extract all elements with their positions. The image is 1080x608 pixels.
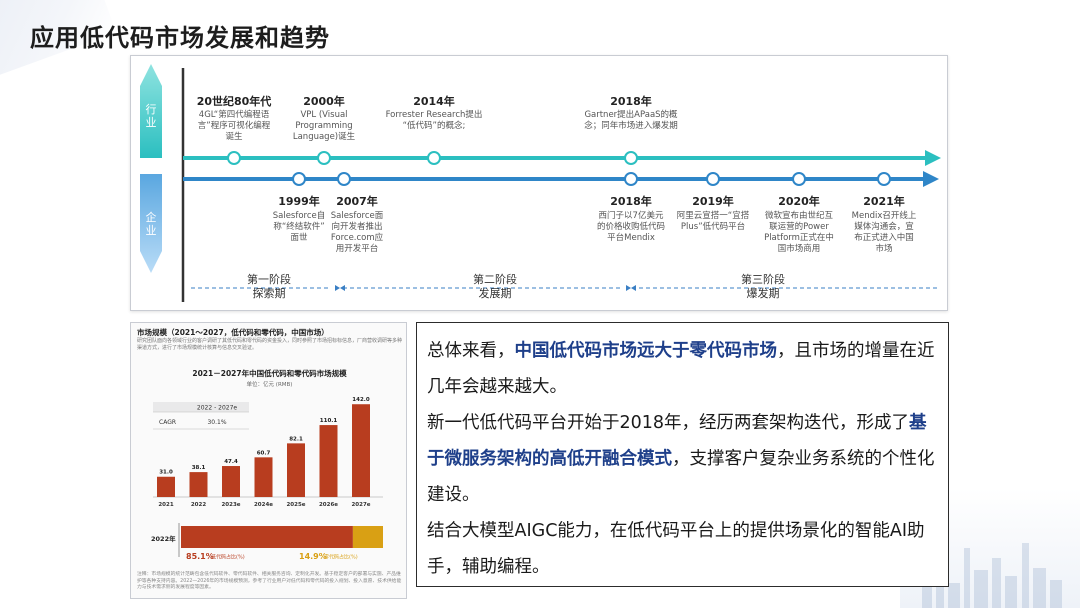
category-tick-label: 2022 [191,502,206,508]
enterprise-event-year: 2020年 [778,195,820,208]
enterprise-event-desc: 西门子以7亿美元 的价格收购低代码 平台Mendix [596,211,665,243]
page-title: 应用低代码市场发展和趋势 [30,24,330,52]
bar-2025e [287,443,305,497]
market-size-chart: 2022 - 2027e CAGR 30.1% 31.0 2021 38.1 2022… [151,397,383,561]
bar-value-label: 142.0 [352,397,370,403]
stage-arrow [631,285,636,291]
bar-value-label: 110.1 [320,418,338,424]
cagr-value: 30.1% [207,419,226,426]
industry-arrow-head [925,150,941,166]
industry-label: 行业 [145,103,157,129]
summary-paragraph: 总体来看，中国低代码市场远大于零代码市场，且市场的增量在近几年会越来越大。 [427,341,935,397]
summary-panel: 总体来看，中国低代码市场远大于零代码市场，且市场的增量在近几年会越来越大。 新一… [416,322,949,587]
cagr-period: 2022 - 2027e [197,405,238,412]
bar-2021 [157,476,175,497]
enterprise-event-desc: Salesforce自 称“终结软件” 面世 [272,211,326,243]
enterprise-label: 企业 [145,211,157,237]
stage-arrow [335,285,340,291]
category-tick-label: 2025e [286,502,305,508]
enterprise-event-year: 2019年 [692,195,734,208]
industry-node [427,151,441,165]
summary-paragraph: 新一代低代码平台开始于2018年，经历两套架构迭代，形成了基于微服务架构的高低开… [427,413,935,505]
enterprise-node [292,172,306,186]
bar-2023e [222,466,240,497]
market-size-figure: 市场规模（2021～2027，低代码和零代码，中国市场） 研究团队面向各领域行业… [130,322,407,599]
industry-event-desc: 4GL“第四代编程语 言”程序可视化编程 诞生 [197,110,271,142]
stage-arrow [340,285,345,291]
cagr-label: CAGR [159,419,176,426]
enterprise-event-year: 2018年 [610,195,652,208]
category-tick-label: 2021 [158,502,173,508]
enterprise-event-year: 1999年 [278,195,320,208]
enterprise-node [792,172,806,186]
bar-2026e [319,425,338,497]
enterprise-node [337,172,351,186]
bar-value-label: 31.0 [159,470,173,476]
enterprise-arrow-head [923,171,939,187]
industry-node [624,151,638,165]
industry-event-year: 2018年 [610,95,652,108]
industry-event-desc: Gartner提出APaaS的概 念；同年市场进入爆发期 [584,110,678,131]
enterprise-node [624,172,638,186]
enterprise-event-desc: 微软宣布由世纪互 联运营的Power Platform正式在中 国市场商用 [764,211,834,254]
stage-label: 第三阶段 爆发期 [741,273,785,300]
enterprise-event-year: 2007年 [336,195,378,208]
share-bar-year: 2022年 [151,534,176,543]
highlight-text: 中国低代码市场远大于零代码市场 [514,341,778,361]
category-tick-label: 2023e [221,502,240,508]
industry-event-year: 20世纪80年代 [196,95,272,108]
enterprise-event-year: 2021年 [863,195,905,208]
bar-value-label: 47.4 [224,459,238,465]
enterprise-event-desc: Mendix召开线上 媒体沟通会，宣 布正式进入中国 市场 [851,211,917,254]
enterprise-event-desc: 阿里云宣搭一“宜搭 Plus”低代码平台 [676,211,750,232]
industry-event-year: 2000年 [303,95,345,108]
no-code-share-label: 零代码占比(%) [324,554,358,561]
timeline-panel: 行业 企业 20世纪80年代 4GL“第四代编程语 言”程序可视化编程 诞生 200… [130,55,948,311]
stage-label: 第二阶段 发展期 [473,273,517,300]
low-code-share-bar [181,526,353,548]
stage-label: 第一阶段 探索期 [247,273,291,300]
summary-paragraph: 结合大模型AIGC能力，在低代码平台上的提供场景化的智能AI助手，辅助编程。 [427,521,925,577]
category-tick-label: 2024e [254,502,273,508]
bar-value-label: 82.1 [289,436,303,442]
no-code-share-bar [352,526,383,548]
low-code-share-value: 85.1% [186,552,214,561]
low-code-share-label: 低代码占比(%) [211,554,245,561]
stage-arrow [626,285,631,291]
bar-2024e [254,457,273,497]
industry-event-year: 2014年 [413,95,455,108]
figure-note: 注释：市场规模的统计范畴包含低代码软件、零代码软件、相关服务咨询、定制化开发。基… [137,572,402,590]
category-tick-label: 2026e [319,502,338,508]
enterprise-event-desc: Salesforce面 向开发者推出 Force.com应 用开发平台 [330,211,384,254]
bar-value-label: 60.7 [257,450,271,456]
industry-node [227,151,241,165]
industry-node [317,151,331,165]
enterprise-node [877,172,891,186]
bar-2022 [189,472,208,497]
no-code-share-value: 14.9% [299,552,327,561]
bar-value-label: 38.1 [192,465,206,471]
industry-event-desc: VPL (Visual Programming Language)诞生 [292,110,356,142]
bar-2027e [352,404,370,497]
industry-event-desc: Forrester Research提出 “低代码”的概念; [385,110,483,131]
enterprise-node [706,172,720,186]
category-tick-label: 2027e [351,502,370,508]
